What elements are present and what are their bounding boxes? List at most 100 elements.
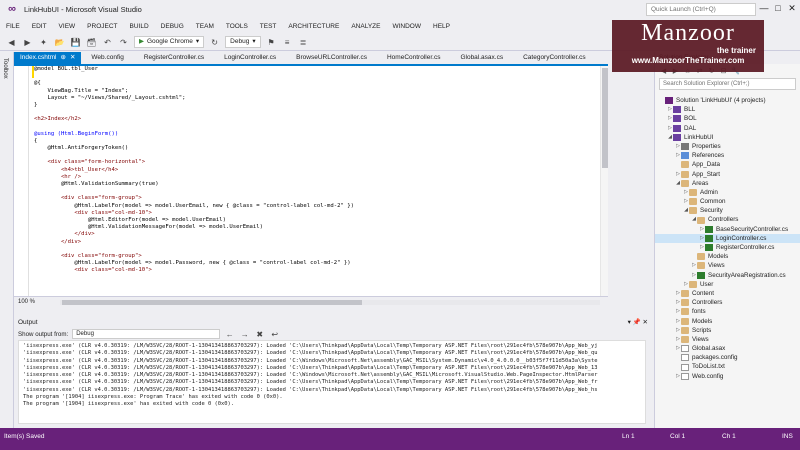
menu-item-architecture[interactable]: ARCHITECTURE [288, 23, 339, 30]
tree-item[interactable]: ◢ Areas [655, 179, 800, 188]
tree-item[interactable]: ▷ Web.config [655, 372, 800, 381]
menu-item-build[interactable]: BUILD [130, 23, 149, 30]
menu-item-tools[interactable]: TOOLS [226, 23, 248, 30]
quick-launch-input[interactable]: Quick Launch (Ctrl+Q) [646, 3, 756, 16]
menu-item-analyze[interactable]: ANALYZE [351, 23, 380, 30]
tree-item[interactable]: ToDoList.txt [655, 362, 800, 371]
tree-item[interactable]: ▷ References [655, 151, 800, 160]
tree-item[interactable]: ▷ LoginController.cs [655, 233, 800, 243]
tree-item[interactable]: ▷ Scripts [655, 326, 800, 335]
tree-item[interactable]: ◢ Controllers [655, 215, 800, 224]
tree-item[interactable]: ▷ Global.asax [655, 344, 800, 353]
uncomment-icon[interactable]: ≣ [298, 37, 309, 48]
tree-item[interactable]: ◢ Security [655, 206, 800, 215]
tree-item[interactable]: ▷ Controllers [655, 298, 800, 307]
tab-browseurlcontroller-cs[interactable]: BrowseURLController.cs [286, 52, 377, 64]
tree-item[interactable]: ▷ Models [655, 317, 800, 326]
tree-item-label: Global.asax [692, 345, 726, 353]
tree-item[interactable]: ▷ Admin [655, 188, 800, 197]
menu-item-view[interactable]: VIEW [59, 23, 76, 30]
tab-global-asax-cs[interactable]: Global.asax.cs [450, 52, 513, 64]
tree-item[interactable]: ▷ Properties [655, 142, 800, 151]
tree-item[interactable]: ▷ Common [655, 197, 800, 206]
menu-item-file[interactable]: FILE [6, 23, 20, 30]
scroll-thumb[interactable] [602, 68, 608, 168]
pin-icon[interactable]: ⊕ [61, 52, 66, 64]
editor-vertical-scrollbar[interactable] [600, 66, 608, 296]
maximize-button[interactable]: □ [772, 2, 784, 14]
tab-index-cshtml[interactable]: Index.cshtml ⊕ ✕ [14, 52, 82, 64]
menu-item-help[interactable]: HELP [433, 23, 450, 30]
minimize-button[interactable]: — [758, 2, 770, 14]
menu-item-team[interactable]: TEAM [196, 23, 214, 30]
refresh-icon[interactable]: ↻ [209, 37, 220, 48]
new-project-icon[interactable]: ✦ [38, 37, 49, 48]
tree-item[interactable]: ▷ User [655, 280, 800, 289]
find-message-icon[interactable]: ← [224, 329, 235, 340]
bookmark-icon[interactable]: ⚑ [266, 37, 277, 48]
save-icon[interactable]: 💾 [70, 37, 81, 48]
comment-icon[interactable]: ≡ [282, 37, 293, 48]
editor-horizontal-scrollbar[interactable] [60, 300, 600, 305]
clear-all-icon[interactable]: ✖ [254, 329, 265, 340]
output-source-select[interactable]: Debug [72, 329, 221, 339]
tab-registercontroller-cs[interactable]: RegisterController.cs [134, 52, 214, 64]
tab-categorycontroller-cs[interactable]: CategoryController.cs [513, 52, 596, 64]
tree-item-label: App_Data [692, 161, 721, 169]
output-text[interactable]: 'iisexpress.exe' (CLR v4.0.30319: /LM/W3… [18, 340, 646, 424]
word-wrap-icon[interactable]: ↩ [269, 329, 280, 340]
tree-item[interactable]: ▷ Content [655, 289, 800, 298]
menu-item-edit[interactable]: EDIT [32, 23, 47, 30]
code-content[interactable]: @model BOL.tbl_User @{ ViewBag.Title = "I… [34, 66, 354, 274]
tree-item-label: Properties [692, 142, 721, 150]
close-icon[interactable]: ✕ [643, 319, 648, 326]
back-icon[interactable]: ◀ [6, 37, 17, 48]
tree-item[interactable]: ▷ SecurityAreaRegistration.cs [655, 271, 800, 280]
dropdown-icon[interactable]: ▾ [628, 319, 631, 326]
tree-item[interactable]: Solution 'LinkHubUI' (4 projects) [655, 96, 800, 105]
tree-item[interactable]: App_Data [655, 160, 800, 169]
save-all-icon[interactable]: 🗃 [86, 37, 97, 48]
close-button[interactable]: ✕ [786, 2, 798, 14]
menu-item-window[interactable]: WINDOW [392, 23, 421, 30]
scroll-thumb[interactable] [62, 300, 362, 305]
undo-icon[interactable]: ↶ [102, 37, 113, 48]
tree-item[interactable]: ▷ fonts [655, 307, 800, 316]
file-icon [681, 354, 689, 362]
tree-item[interactable]: Models [655, 252, 800, 261]
close-icon[interactable]: ✕ [70, 52, 75, 64]
tree-item[interactable]: ▷ Views [655, 335, 800, 344]
tab-logincontroller-cs[interactable]: LoginController.cs [214, 52, 286, 64]
watermark-logo: Manzoor the trainer www.ManzoorTheTraine… [612, 20, 764, 72]
tab-homecontroller-cs[interactable]: HomeController.cs [377, 52, 450, 64]
title-bar: ∞ LinkHubUI - Microsoft Visual Studio Qu… [0, 0, 800, 18]
pin-icon[interactable]: 📌 [633, 319, 641, 326]
tree-item[interactable]: ▷ BLL [655, 105, 800, 114]
tree-item[interactable]: packages.config [655, 353, 800, 362]
code-editor[interactable]: @model BOL.tbl_User @{ ViewBag.Title = "I… [14, 66, 608, 296]
folder-icon [689, 280, 697, 288]
tree-item[interactable]: ▷ BOL [655, 114, 800, 123]
tree-item-label: Solution 'LinkHubUI' (4 projects) [676, 97, 766, 104]
tree-item-label: RegisterController.cs [716, 244, 775, 251]
menu-item-debug[interactable]: DEBUG [161, 23, 184, 30]
zoom-level[interactable]: 100 % [18, 299, 35, 305]
project-icon [673, 115, 681, 123]
browser-selector[interactable]: ▶ Google Chrome ▾ [134, 36, 205, 48]
tree-item[interactable]: ▷ DAL [655, 124, 800, 133]
toolbox-strip[interactable]: Toolbox [0, 52, 14, 428]
tree-item[interactable]: ▷ RegisterController.cs [655, 243, 800, 252]
forward-icon[interactable]: ▶ [22, 37, 33, 48]
tree-item[interactable]: ▷ BaseSecurityController.cs [655, 225, 800, 234]
tree-item[interactable]: ◢ LinkHubUI [655, 133, 800, 142]
tree-item[interactable]: ▷ Views [655, 261, 800, 270]
menu-item-test[interactable]: TEST [260, 23, 277, 30]
tab-web-config[interactable]: Web.config [81, 52, 133, 64]
menu-item-project[interactable]: PROJECT [87, 23, 117, 30]
config-selector[interactable]: Debug ▾ [225, 36, 261, 48]
tree-item[interactable]: ▷ App_Start [655, 170, 800, 179]
next-message-icon[interactable]: → [239, 329, 250, 340]
open-file-icon[interactable]: 📂 [54, 37, 65, 48]
redo-icon[interactable]: ↷ [118, 37, 129, 48]
solution-search-input[interactable]: Search Solution Explorer (Ctrl+;) [659, 78, 796, 90]
